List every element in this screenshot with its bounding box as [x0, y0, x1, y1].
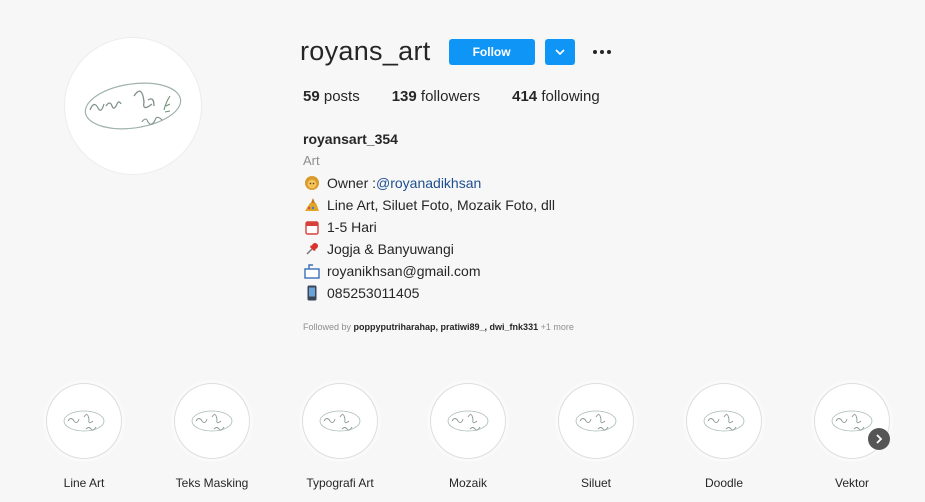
dot-icon	[599, 49, 604, 54]
posts-label: posts	[323, 88, 360, 105]
posts-count: 59	[303, 88, 320, 105]
profile-header: royans_art Follow	[300, 36, 615, 67]
royans-art-logo	[447, 410, 489, 432]
highlight-label: Typografi Art	[306, 476, 374, 490]
followed-by[interactable]: Followed by poppyputriharahap, pratiwi89…	[303, 322, 574, 332]
owner-mention-link[interactable]: @royanadikhsan	[376, 172, 481, 194]
followed-by-names: poppyputriharahap, pratiwi89_, dwi_fnk33…	[353, 322, 539, 332]
highlight-item[interactable]: Doodle	[678, 384, 770, 490]
bio-name: royansart_354	[303, 131, 398, 147]
highlight-cover	[687, 384, 761, 458]
highlights-next-button[interactable]	[868, 428, 890, 450]
highlight-label: Siluet	[580, 476, 612, 490]
highlight-label: Teks Masking	[175, 476, 249, 490]
services-text: Line Art, Siluet Foto, Mozaik Foto, dll	[327, 197, 555, 213]
art-palette-icon	[303, 197, 321, 213]
highlight-cover	[47, 384, 121, 458]
royans-art-logo	[191, 410, 233, 432]
royans-art-logo	[319, 410, 361, 432]
follow-button[interactable]: Follow	[448, 38, 535, 65]
following-count: 414	[512, 88, 538, 105]
highlight-cover	[175, 384, 249, 458]
location-text: Jogja & Banyuwangi	[327, 241, 454, 257]
followed-by-suffix: +1 more	[538, 322, 574, 332]
bio-phone-line: 085253011405	[303, 282, 555, 304]
followers-count: 139	[391, 88, 417, 105]
highlight-item[interactable]: Typografi Art	[294, 384, 386, 490]
highlight-item[interactable]: Teks Masking	[166, 384, 258, 490]
royans-art-logo	[63, 410, 105, 432]
story-highlights: Line Art Teks Masking Typografi Art Moza…	[38, 384, 898, 494]
following-label: following	[541, 88, 600, 105]
owner-prefix: Owner :	[327, 175, 377, 191]
bio-duration-line: 1-5 Hari	[303, 216, 555, 238]
following-stat[interactable]: 414 following	[512, 88, 600, 105]
highlight-label: Doodle	[704, 476, 744, 490]
pin-icon	[303, 241, 321, 257]
duration-text: 1-5 Hari	[327, 219, 377, 235]
highlight-label: Vektor	[834, 476, 870, 490]
bio-category: Art	[303, 153, 320, 168]
highlight-label: Mozaik	[448, 476, 487, 490]
followers-label: followers	[420, 88, 481, 105]
mailbox-icon	[303, 263, 321, 279]
bio-location-line: Jogja & Banyuwangi	[303, 238, 555, 260]
highlight-cover	[303, 384, 377, 458]
highlight-label: Line Art	[63, 476, 105, 490]
royans-art-logo	[575, 410, 617, 432]
profile-bio: royansart_354 Art Owner : @royanadikhsan…	[303, 128, 555, 304]
highlight-cover	[559, 384, 633, 458]
phone-icon	[303, 285, 321, 301]
followed-by-prefix: Followed by	[303, 322, 354, 332]
dot-icon	[606, 49, 611, 54]
phone-text: 085253011405	[327, 285, 420, 301]
royans-art-logo	[84, 82, 182, 130]
highlight-cover	[431, 384, 505, 458]
dot-icon	[592, 49, 597, 54]
chevron-right-icon	[876, 434, 883, 444]
profile-avatar[interactable]	[65, 38, 201, 174]
highlight-item[interactable]: Siluet	[550, 384, 642, 490]
bio-email-line: royanikhsan@gmail.com	[303, 260, 555, 282]
lion-emoji-icon	[303, 175, 321, 191]
posts-stat: 59 posts	[303, 88, 360, 105]
profile-stats: 59 posts 139 followers 414 following	[303, 88, 632, 105]
bio-services-line: Line Art, Siluet Foto, Mozaik Foto, dll	[303, 194, 555, 216]
profile-username: royans_art	[300, 36, 431, 66]
highlight-item[interactable]: Line Art	[38, 384, 130, 490]
calendar-icon	[303, 219, 321, 235]
more-options-button[interactable]	[589, 39, 615, 65]
bio-owner-line: Owner : @royanadikhsan	[303, 172, 555, 194]
email-text: royanikhsan@gmail.com	[327, 263, 481, 279]
followers-stat[interactable]: 139 followers	[392, 88, 480, 105]
chevron-down-icon	[555, 48, 565, 55]
suggested-accounts-button[interactable]	[544, 38, 575, 65]
highlight-item[interactable]: Mozaik	[422, 384, 514, 490]
royans-art-logo	[703, 410, 745, 432]
